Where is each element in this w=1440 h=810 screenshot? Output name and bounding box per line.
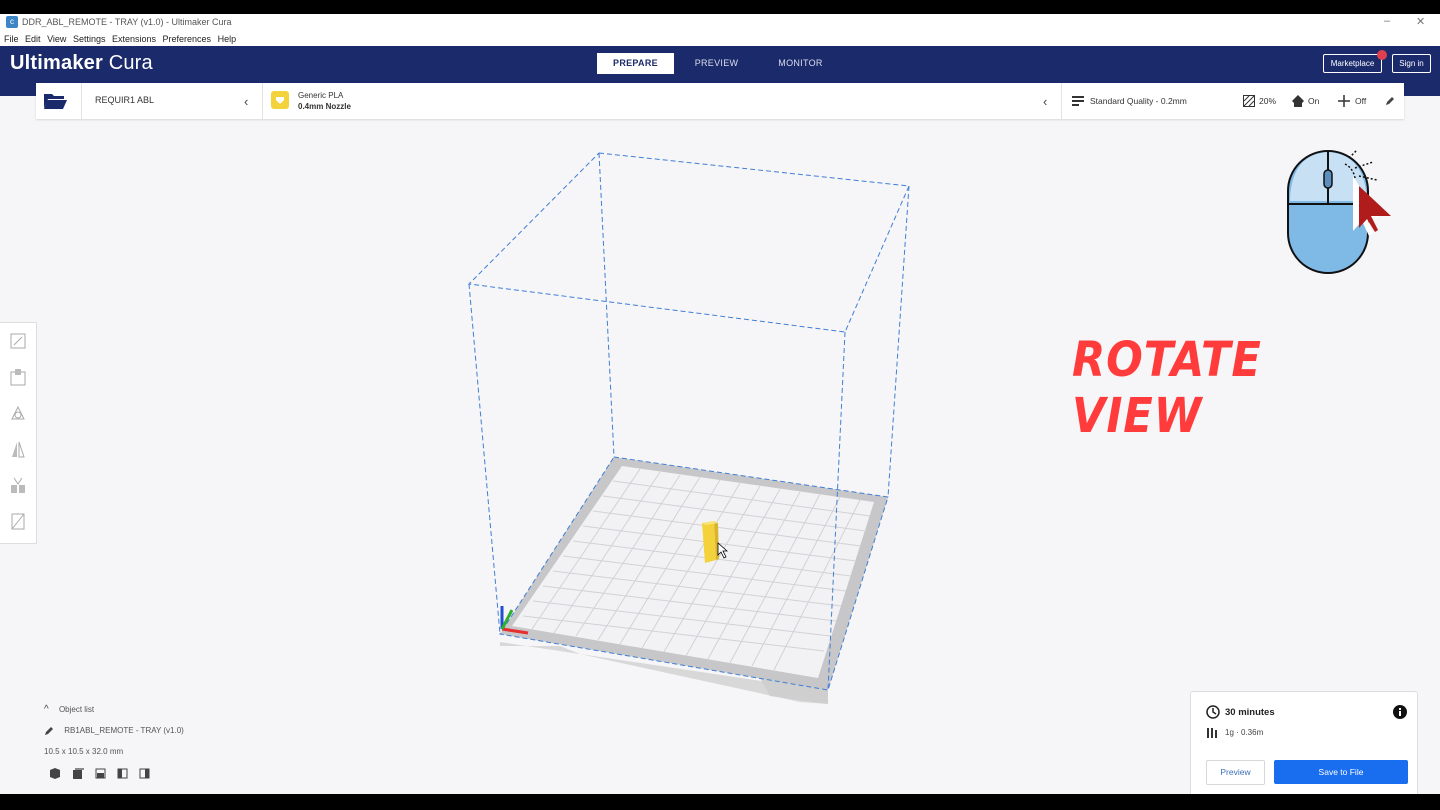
print-estimate-panel: 30 minutes 1g · 0.36m Preview Save to Fi… <box>1190 691 1418 794</box>
sign-in-button[interactable]: Sign in <box>1392 54 1431 73</box>
model-tray <box>702 521 719 563</box>
mouse-cursor <box>717 542 729 559</box>
menu-edit[interactable]: Edit <box>25 34 41 44</box>
view-orientation-icons[interactable] <box>46 768 166 780</box>
material-icon <box>271 91 289 109</box>
brand-logo: Ultimaker Cura <box>10 52 153 75</box>
pencil-icon <box>1386 97 1394 105</box>
adhesion-value: Off <box>1355 96 1367 106</box>
close-icon[interactable]: ✕ <box>1416 15 1425 28</box>
chevron-left-icon: ‹ <box>244 94 249 109</box>
menu-help[interactable]: Help <box>218 34 237 44</box>
infill-icon <box>1243 95 1255 107</box>
open-file-button[interactable] <box>36 83 74 119</box>
tab-monitor[interactable]: MONITOR <box>762 53 839 74</box>
mirror-icon[interactable] <box>8 439 28 461</box>
build-volume <box>467 152 910 691</box>
brand-name: Ultimaker <box>10 52 103 74</box>
save-to-file-button[interactable]: Save to File <box>1274 760 1408 784</box>
object-name-row[interactable]: RB1ABL_REMOTE - TRAY (v1.0) <box>44 726 184 736</box>
rotate-view-overlay: ROTATE VIEW <box>1072 332 1262 444</box>
tab-preview[interactable]: PREVIEW <box>678 53 755 74</box>
clock-icon <box>1206 705 1220 719</box>
folder-open-icon <box>44 94 67 109</box>
chevron-up-icon: ^ <box>44 704 49 715</box>
marketplace-button[interactable]: Marketplace <box>1323 54 1382 73</box>
quality-label: Standard Quality - 0.2mm <box>1090 96 1187 106</box>
object-dimensions: 10.5 x 10.5 x 32.0 mm <box>44 747 124 756</box>
window-title: DDR_ABL_REMOTE - TRAY (v1.0) - Ultimaker… <box>22 17 232 27</box>
brand-product: Cura <box>102 52 153 74</box>
axis-indicator <box>500 606 529 635</box>
material-usage: 1g · 0.36m <box>1225 728 1264 737</box>
build-plate-base-front <box>760 678 828 704</box>
cura-app-icon: c <box>6 16 18 28</box>
object-name: RB1ABL_REMOTE - TRAY (v1.0) <box>64 726 184 736</box>
build-plate-grid <box>522 468 871 671</box>
build-plate-base <box>500 642 828 704</box>
support-icon <box>1292 95 1304 107</box>
menu-file[interactable]: File <box>4 34 19 44</box>
notification-badge <box>1377 50 1387 60</box>
object-list-label: Object list <box>58 705 95 714</box>
preview-button[interactable]: Preview <box>1206 760 1265 785</box>
printer-selector[interactable]: REQUIR1 ABL ‹ <box>81 83 262 119</box>
move-icon[interactable] <box>8 331 28 353</box>
title-bar: c DDR_ABL_REMOTE - TRAY (v1.0) - Ultimak… <box>0 14 1440 31</box>
filament-icon <box>1207 728 1217 738</box>
adhesion-icon <box>1338 95 1350 107</box>
menu-preferences[interactable]: Preferences <box>163 34 212 44</box>
infill-value: 20% <box>1259 96 1277 106</box>
view-buttons <box>46 768 166 782</box>
build-plate <box>512 466 874 678</box>
nozzle-size: 0.4mm Nozzle <box>298 102 351 111</box>
rotate-icon[interactable] <box>8 403 28 425</box>
minimize-icon[interactable]: – <box>1384 15 1390 27</box>
menu-settings[interactable]: Settings <box>73 34 106 44</box>
object-list-toggle[interactable]: ^ Object list <box>44 704 94 715</box>
print-time: 30 minutes <box>1225 707 1275 718</box>
material-selector[interactable]: Generic PLA 0.4mm Nozzle ‹ <box>262 83 1061 119</box>
scale-icon[interactable] <box>8 367 28 389</box>
stage-bar: REQUIR1 ABL ‹ Generic PLA 0.4mm Nozzle ‹… <box>36 83 1404 119</box>
quality-icon <box>1072 96 1084 106</box>
info-icon[interactable] <box>1393 705 1407 719</box>
menu-bar: File Edit View Settings Extensions Prefe… <box>0 31 1440 46</box>
cura-window: c DDR_ABL_REMOTE - TRAY (v1.0) - Ultimak… <box>0 14 1440 794</box>
build-plate-border <box>500 457 888 690</box>
material-name: Generic PLA <box>298 91 344 100</box>
menu-extensions[interactable]: Extensions <box>112 34 156 44</box>
chevron-left-icon: ‹ <box>1043 94 1048 109</box>
print-settings-selector[interactable]: Standard Quality - 0.2mm 20% On Off <box>1061 83 1405 119</box>
support-blocker-icon[interactable] <box>8 511 28 533</box>
tab-prepare[interactable]: PREPARE <box>597 53 674 74</box>
support-value: On <box>1308 96 1320 106</box>
tool-panel <box>0 322 37 544</box>
pencil-icon <box>45 727 53 735</box>
per-model-settings-icon[interactable] <box>8 475 28 497</box>
menu-view[interactable]: View <box>47 34 66 44</box>
mouse-icon <box>1287 149 1391 274</box>
printer-name: REQUIR1 ABL <box>95 95 155 105</box>
